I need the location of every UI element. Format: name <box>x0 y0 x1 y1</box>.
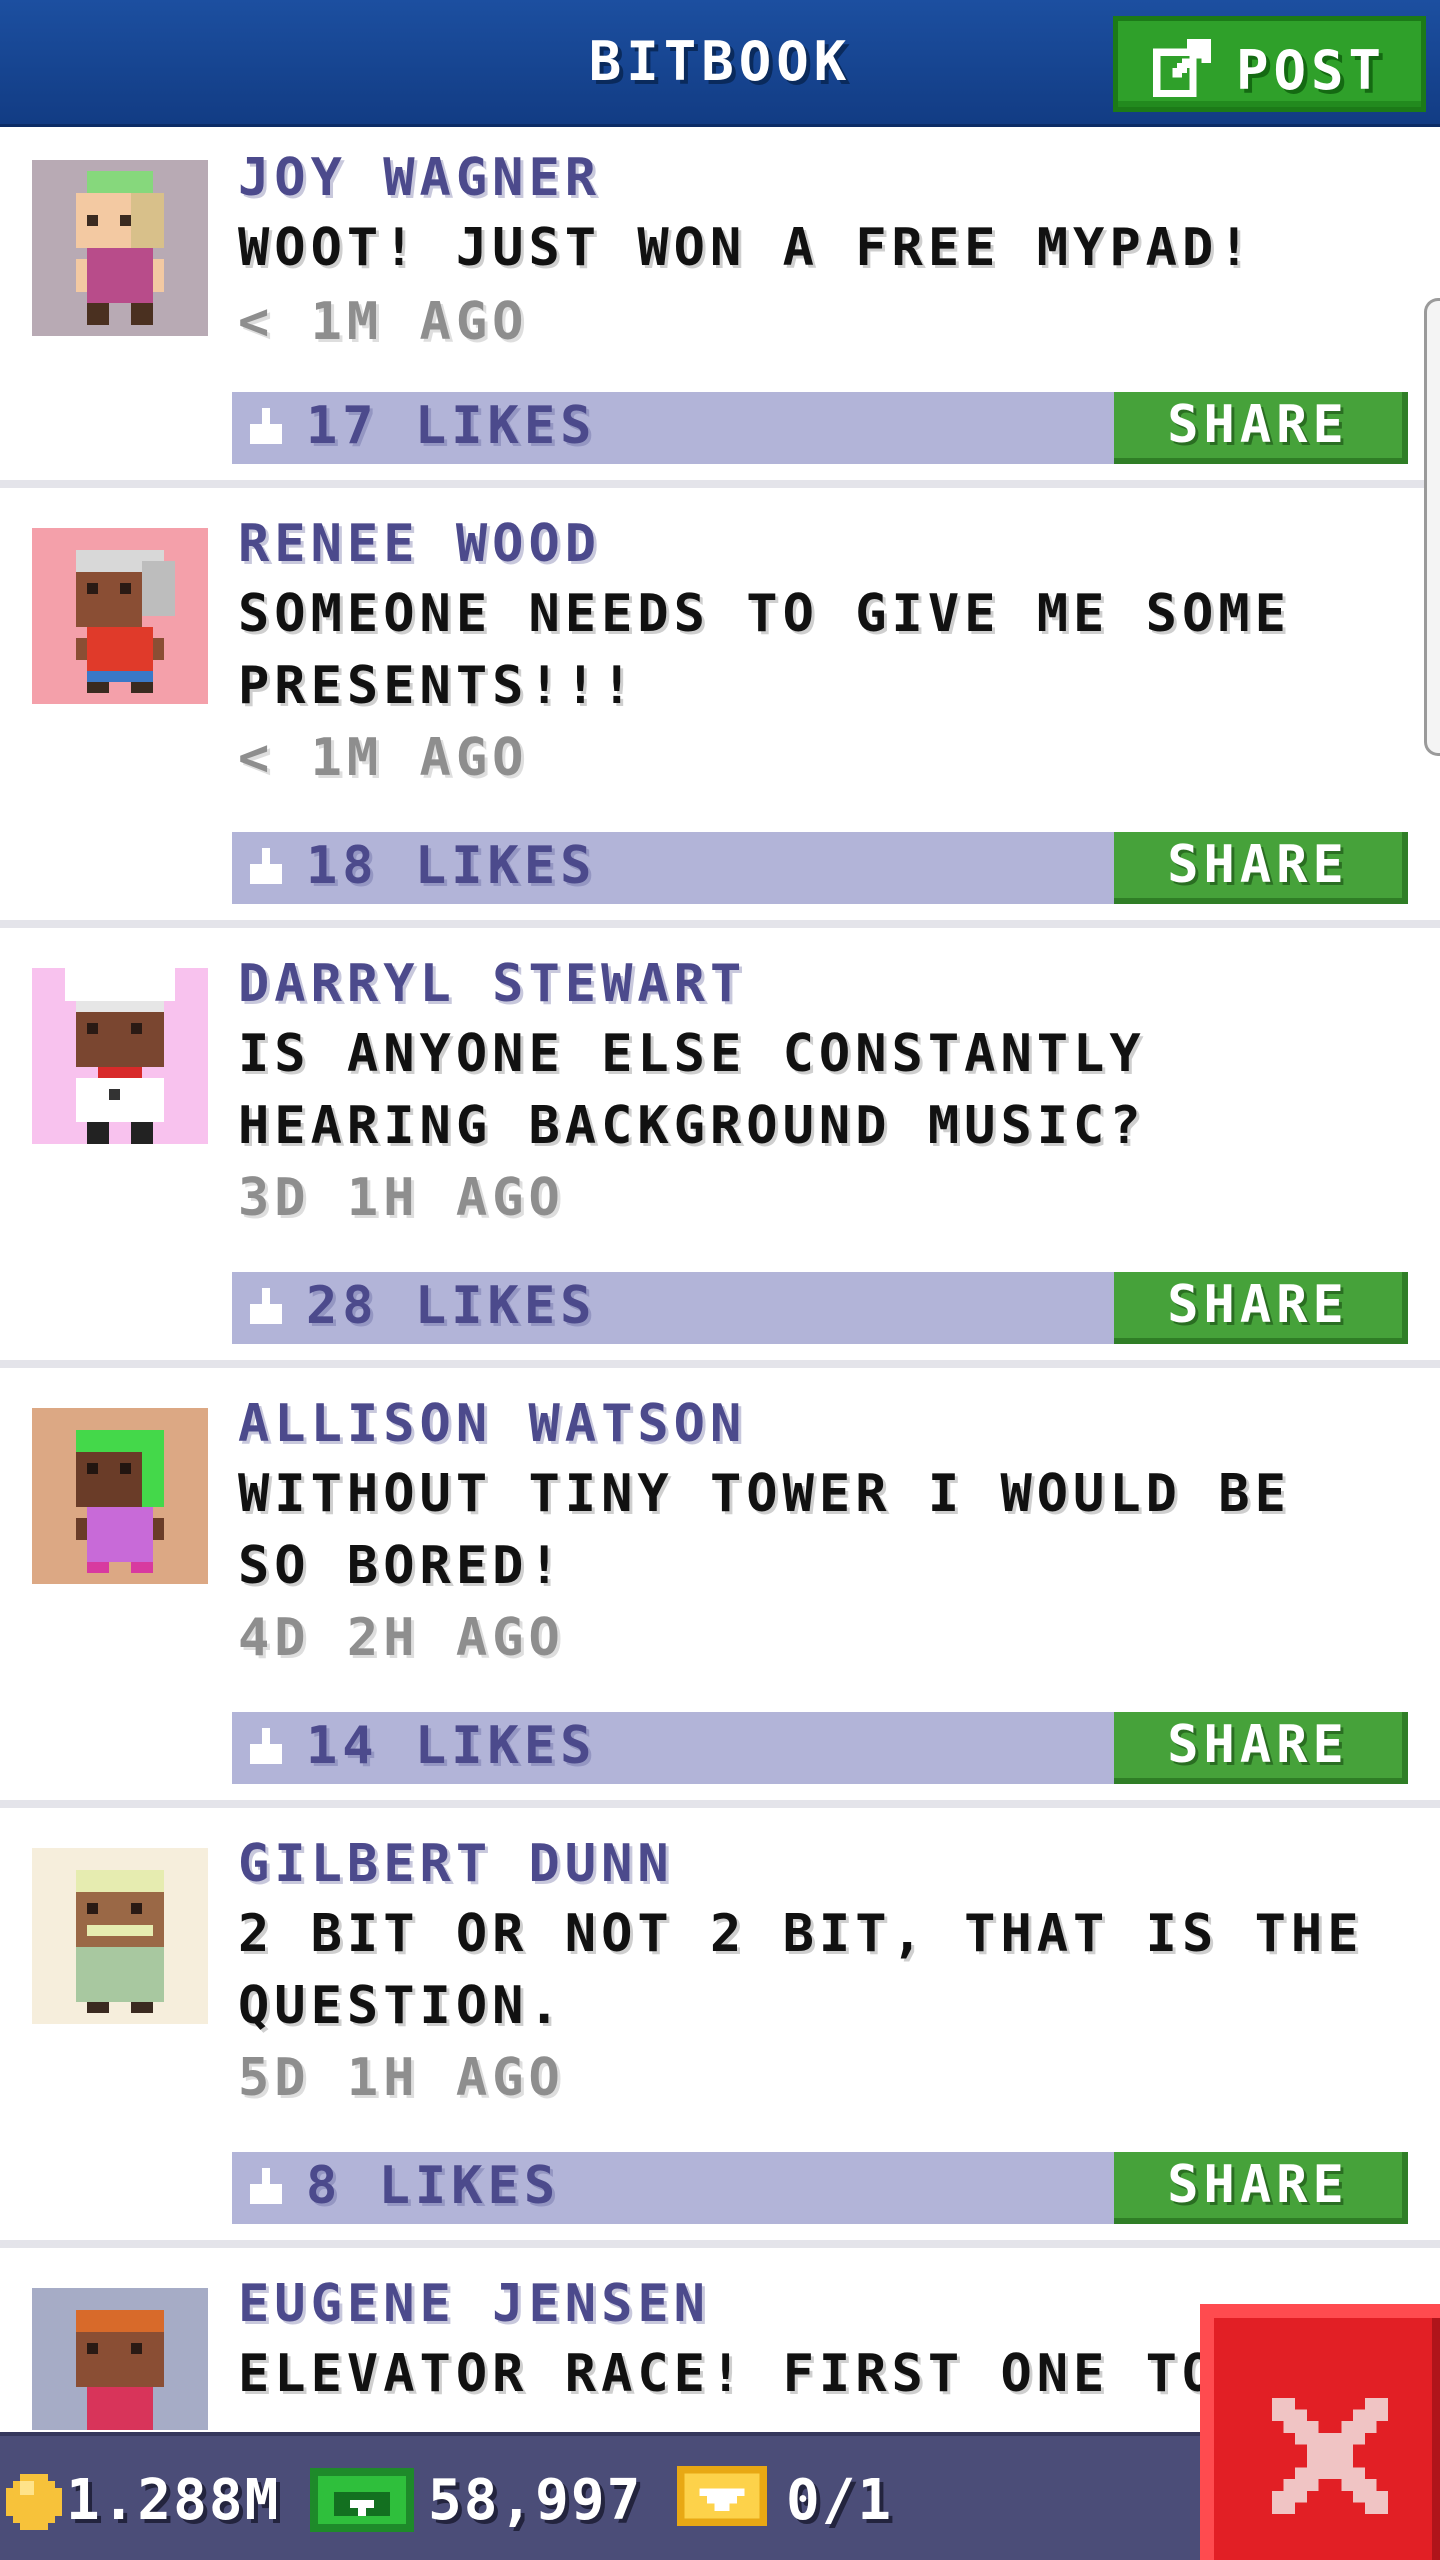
post-author[interactable]: EUGENE JENSEN <box>238 2274 710 2334</box>
post-message: 2 BIT OR NOT 2 BIT, THAT IS THE QUESTION… <box>238 1904 1364 2036</box>
share-button[interactable]: SHARE <box>1114 392 1408 464</box>
avatar[interactable] <box>32 968 208 1144</box>
thumbs-up-icon[interactable] <box>246 2168 286 2208</box>
post-message: WITHOUT TINY TOWER I WOULD BE SO BORED! <box>238 1464 1291 1596</box>
avatar-joy-wagner <box>32 160 208 336</box>
ticket-icon <box>677 2466 767 2526</box>
post-divider <box>0 2240 1440 2248</box>
post-message: SOMEONE NEEDS TO GIVE ME SOME PRESENTS!!… <box>238 584 1291 716</box>
like-bar: 17 LIKES SHARE <box>232 392 1408 464</box>
like-bar: 8 LIKES SHARE <box>232 2152 1408 2224</box>
likes-count: 17 LIKES <box>306 396 597 456</box>
post-divider <box>0 920 1440 928</box>
thumbs-up-icon[interactable] <box>246 408 286 448</box>
post-time: 5D 1H AGO <box>238 2048 565 2108</box>
post-message: WOOT! JUST WON A FREE MYPAD! <box>238 218 1255 278</box>
avatar-renee-wood <box>32 528 208 704</box>
coin-icon <box>6 2474 62 2530</box>
avatar[interactable] <box>32 160 208 336</box>
post-message: IS ANYONE ELSE CONSTANTLY HEARING BACKGR… <box>238 1024 1146 1156</box>
share-button[interactable]: SHARE <box>1114 832 1408 904</box>
post-time: 4D 2H AGO <box>238 1608 565 1668</box>
feed-post: GILBERT DUNN 2 BIT OR NOT 2 BIT, THAT IS… <box>0 1808 1440 2248</box>
avatar-allison-watson <box>32 1408 208 1584</box>
likes-count: 28 LIKES <box>306 1276 597 1336</box>
thumbs-up-icon[interactable] <box>246 848 286 888</box>
post-time: < 1M AGO <box>238 292 529 352</box>
bux-value: 58,997 <box>428 2468 643 2533</box>
post-author[interactable]: ALLISON WATSON <box>238 1394 746 1454</box>
likes-count: 14 LIKES <box>306 1716 597 1776</box>
thumbs-up-icon[interactable] <box>246 1288 286 1328</box>
coins-value: 1.288M <box>66 2468 281 2533</box>
tickets-display: 0/1 <box>676 2462 916 2533</box>
like-bar: 18 LIKES SHARE <box>232 832 1408 904</box>
feed-post: ALLISON WATSON WITHOUT TINY TOWER I WOUL… <box>0 1368 1440 1808</box>
likes-count: 18 LIKES <box>306 836 597 896</box>
post-divider <box>0 480 1440 488</box>
post-divider <box>0 1360 1440 1368</box>
scrollbar[interactable] <box>1424 298 1440 756</box>
post-time: 3D 1H AGO <box>238 1168 565 1228</box>
feed-list[interactable]: JOY WAGNER WOOT! JUST WON A FREE MYPAD! … <box>0 130 1440 2430</box>
coins-display: 1.288M <box>6 2462 296 2533</box>
avatar[interactable] <box>32 2288 208 2430</box>
post-button[interactable]: POST <box>1113 16 1426 112</box>
like-bar: 28 LIKES SHARE <box>232 1272 1408 1344</box>
close-button[interactable] <box>1200 2304 1440 2560</box>
feed-post: JOY WAGNER WOOT! JUST WON A FREE MYPAD! … <box>0 130 1440 488</box>
avatar-darryl-stewart <box>32 968 208 1144</box>
likes-count: 8 LIKES <box>306 2156 561 2216</box>
avatar-eugene-jensen <box>32 2288 208 2430</box>
feed-post: DARRYL STEWART IS ANYONE ELSE CONSTANTLY… <box>0 928 1440 1368</box>
close-icon <box>1272 2398 1388 2514</box>
thumbs-up-icon[interactable] <box>246 1728 286 1768</box>
tickets-value: 0/1 <box>786 2468 894 2533</box>
post-author[interactable]: RENEE WOOD <box>238 514 601 574</box>
avatar[interactable] <box>32 1408 208 1584</box>
post-author[interactable]: DARRYL STEWART <box>238 954 746 1014</box>
feed-post: RENEE WOOD SOMEONE NEEDS TO GIVE ME SOME… <box>0 488 1440 928</box>
avatar-gilbert-dunn <box>32 1848 208 2024</box>
avatar[interactable] <box>32 528 208 704</box>
avatar[interactable] <box>32 1848 208 2024</box>
post-divider <box>0 1800 1440 1808</box>
share-button[interactable]: SHARE <box>1114 1272 1408 1344</box>
share-button[interactable]: SHARE <box>1114 2152 1408 2224</box>
bux-icon <box>310 2468 414 2532</box>
header-bar: BITBOOK POST <box>0 0 1440 127</box>
like-bar: 14 LIKES SHARE <box>232 1712 1408 1784</box>
edit-icon <box>1153 39 1211 97</box>
post-time: < 1M AGO <box>238 728 529 788</box>
post-author[interactable]: JOY WAGNER <box>238 148 601 208</box>
bux-display: 58,997 <box>310 2462 650 2533</box>
share-button[interactable]: SHARE <box>1114 1712 1408 1784</box>
post-button-label: POST <box>1236 39 1387 102</box>
post-author[interactable]: GILBERT DUNN <box>238 1834 674 1894</box>
